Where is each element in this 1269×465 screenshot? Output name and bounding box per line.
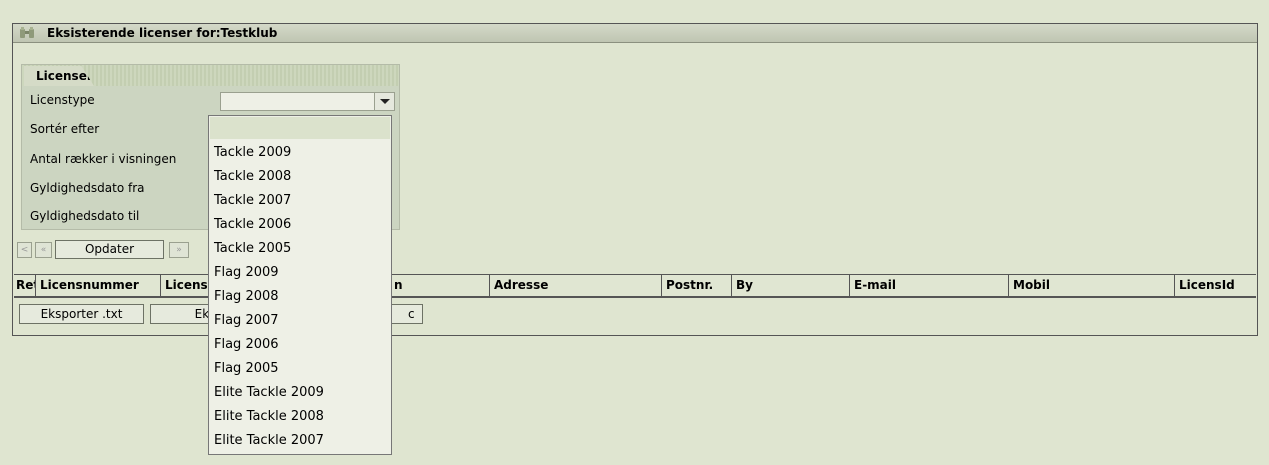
title-bar: Eksisterende licenser for:Testklub: [13, 24, 1257, 43]
col-navn[interactable]: n: [394, 275, 489, 296]
col-mobil[interactable]: Mobil: [1008, 275, 1174, 296]
dropdown-option[interactable]: Tackle 2006: [214, 213, 291, 237]
prev-page-button[interactable]: «: [35, 242, 52, 258]
next-page-button[interactable]: »: [169, 242, 189, 258]
col-by[interactable]: By: [731, 275, 849, 296]
col-postnr[interactable]: Postnr.: [661, 275, 731, 296]
valid-from-label: Gyldighedsdato fra: [30, 181, 145, 195]
tab-licenser-label: Licenser: [36, 69, 93, 83]
dropdown-option[interactable]: Flag 2008: [214, 285, 279, 309]
update-button[interactable]: Opdater: [55, 240, 164, 259]
table-header: Ret Licensnummer Licens n Adresse Postnr…: [14, 274, 1256, 297]
first-page-button[interactable]: <: [17, 242, 32, 258]
export-row: Eksporter .txt Ekspo c: [14, 297, 1256, 330]
dropdown-option[interactable]: Flag 2007: [214, 309, 279, 333]
dropdown-option[interactable]: Flag 2005: [214, 357, 279, 381]
sort-by-label: Sortér efter: [30, 122, 100, 136]
licenstype-dropdown-list[interactable]: Tackle 2009 Tackle 2008 Tackle 2007 Tack…: [208, 115, 392, 455]
dropdown-option[interactable]: Elite Tackle 2009: [214, 381, 324, 405]
col-email[interactable]: E-mail: [849, 275, 1008, 296]
dropdown-option[interactable]: Tackle 2007: [214, 189, 291, 213]
window-title: Eksisterende licenser for:Testklub: [47, 26, 278, 40]
chevron-down-icon[interactable]: [374, 93, 394, 110]
col-adresse[interactable]: Adresse: [489, 275, 661, 296]
export-txt-button[interactable]: Eksporter .txt: [19, 304, 144, 324]
dropdown-option-empty[interactable]: [210, 117, 390, 139]
valid-to-label: Gyldighedsdato til: [30, 209, 140, 223]
dropdown-option[interactable]: Elite Tackle 2008: [214, 405, 324, 429]
dropdown-option[interactable]: Tackle 2008: [214, 165, 291, 189]
col-licensid[interactable]: LicensId: [1174, 275, 1256, 296]
dropdown-option[interactable]: Tackle 2005: [214, 237, 291, 261]
col-licensnummer[interactable]: Licensnummer: [35, 275, 160, 296]
col-licens[interactable]: Licens: [160, 275, 210, 296]
dropdown-option[interactable]: Flag 2006: [214, 333, 279, 357]
binoculars-icon: [20, 27, 34, 38]
licenses-panel: Eksisterende licenser for:Testklub Licen…: [12, 23, 1258, 336]
licenstype-label: Licenstype: [30, 93, 95, 107]
dropdown-option[interactable]: Elite Tackle 2007: [214, 429, 324, 453]
dropdown-option[interactable]: Tackle 2009: [214, 141, 291, 165]
rows-count-label: Antal rækker i visningen: [30, 152, 177, 166]
dropdown-option[interactable]: Flag 2009: [214, 261, 279, 285]
licenstype-select[interactable]: [220, 92, 395, 111]
col-ret[interactable]: Ret: [14, 275, 35, 296]
